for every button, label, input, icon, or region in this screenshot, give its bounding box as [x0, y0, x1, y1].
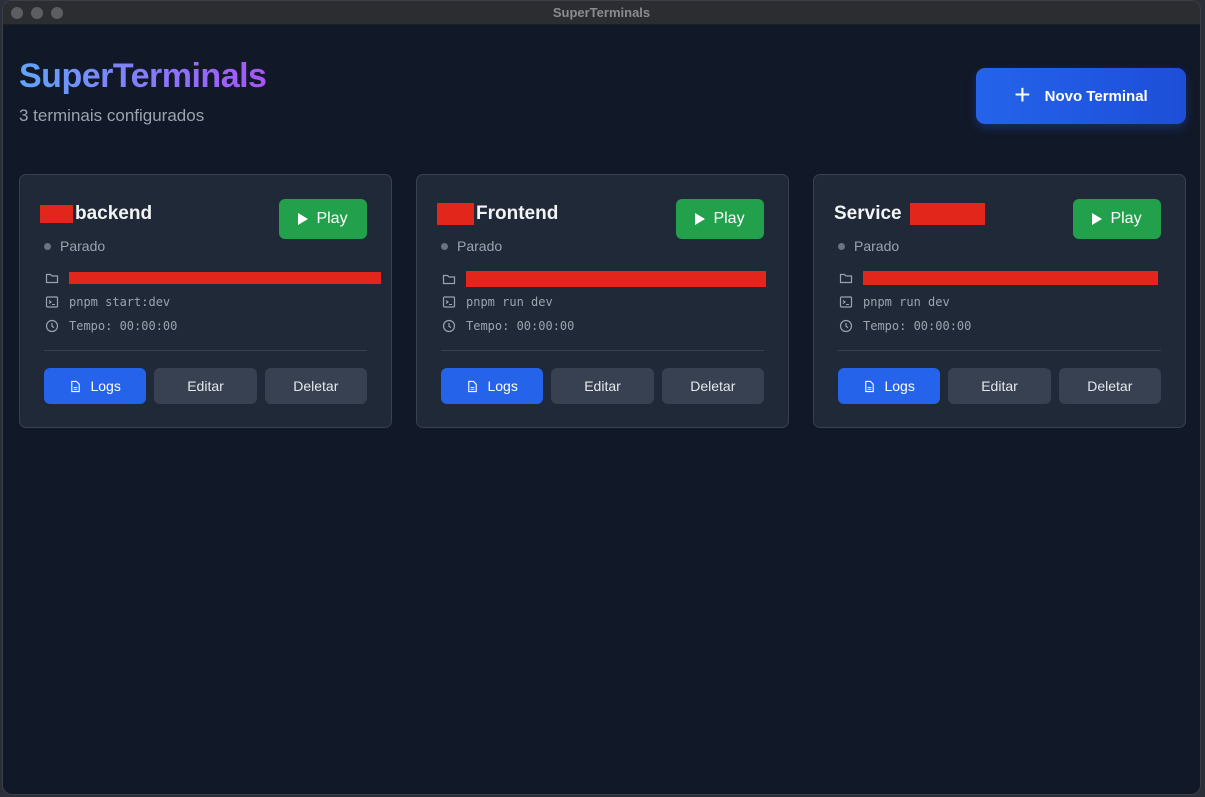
card-actions: Logs Editar Deletar — [838, 368, 1161, 404]
time-row: Tempo: 00:00:00 — [839, 319, 971, 333]
status: Parado — [44, 238, 105, 254]
terminal-name: Service — [834, 203, 985, 225]
new-terminal-label: Novo Terminal — [1044, 87, 1148, 105]
delete-button[interactable]: Deletar — [264, 368, 367, 404]
play-button[interactable]: Play — [676, 199, 764, 239]
status: Parado — [838, 238, 899, 254]
command-row: pnpm run dev — [442, 295, 553, 309]
document-icon — [468, 380, 478, 392]
play-icon — [1092, 213, 1103, 225]
status-dot-icon — [44, 242, 51, 250]
edit-button[interactable]: Editar — [551, 368, 654, 404]
terminal-icon — [839, 296, 853, 308]
terminal-count: 3 terminais configurados — [19, 106, 205, 125]
new-terminal-button[interactable]: + Novo Terminal — [976, 68, 1186, 124]
app-window: SuperTerminals SuperTerminals 3 terminai… — [2, 0, 1201, 795]
command-row: pnpm run dev — [839, 295, 950, 309]
folder-icon — [839, 273, 853, 284]
redacted-path — [466, 271, 766, 287]
clock-icon — [442, 319, 456, 333]
terminal-card-service: Service Parado Play pnpm run dev Tempo: … — [813, 174, 1186, 428]
edit-button[interactable]: Editar — [948, 368, 1051, 404]
clock-icon — [45, 319, 59, 333]
path-row — [442, 271, 766, 287]
document-icon — [865, 380, 875, 392]
time-row: Tempo: 00:00:00 — [45, 319, 177, 333]
logs-button[interactable]: Logs — [441, 368, 544, 404]
folder-icon — [442, 274, 456, 285]
terminal-name: Frontend — [437, 203, 558, 225]
plus-icon: + — [1014, 78, 1031, 110]
delete-button[interactable]: Deletar — [661, 368, 764, 404]
logs-button[interactable]: Logs — [44, 368, 147, 404]
card-actions: Logs Editar Deletar — [44, 368, 367, 404]
document-icon — [71, 380, 81, 392]
path-row — [839, 271, 1158, 285]
terminal-card-frontend: Frontend Parado Play pnpm run dev Tempo:… — [416, 174, 789, 428]
card-actions: Logs Editar Deletar — [441, 368, 764, 404]
terminal-icon — [442, 296, 456, 308]
redacted-block — [437, 203, 474, 225]
clock-icon — [839, 319, 853, 333]
page-title: SuperTerminals — [19, 57, 267, 95]
terminal-name: backend — [40, 203, 152, 225]
divider — [838, 350, 1161, 351]
title-bar: SuperTerminals — [3, 1, 1200, 25]
play-button[interactable]: Play — [1073, 199, 1161, 239]
edit-button[interactable]: Editar — [154, 368, 257, 404]
command-row: pnpm start:dev — [45, 295, 170, 309]
path-row — [45, 271, 381, 285]
redacted-path — [69, 272, 381, 284]
status-dot-icon — [441, 242, 448, 250]
play-button[interactable]: Play — [279, 199, 367, 239]
folder-icon — [45, 273, 59, 284]
redacted-block — [909, 203, 985, 225]
play-icon — [695, 213, 706, 225]
page-header: SuperTerminals 3 terminais configurados — [19, 57, 267, 126]
delete-button[interactable]: Deletar — [1058, 368, 1161, 404]
terminal-icon — [45, 296, 59, 308]
status-dot-icon — [838, 242, 845, 250]
redacted-block — [40, 205, 73, 223]
play-icon — [298, 213, 309, 225]
redacted-path — [863, 271, 1158, 285]
terminal-card-backend: backend Parado Play pnpm start:dev Tempo… — [19, 174, 392, 428]
divider — [44, 350, 367, 351]
time-row: Tempo: 00:00:00 — [442, 319, 574, 333]
divider — [441, 350, 764, 351]
logs-button[interactable]: Logs — [838, 368, 941, 404]
status: Parado — [441, 238, 502, 254]
window-title: SuperTerminals — [552, 5, 651, 20]
